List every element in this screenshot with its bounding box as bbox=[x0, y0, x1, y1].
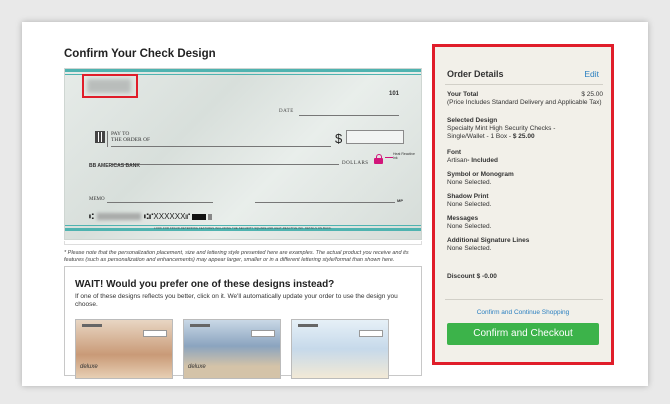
alternatives-heading: WAIT! Would you prefer one of these desi… bbox=[75, 279, 335, 290]
memo-line bbox=[107, 202, 213, 203]
design-value-1: Specialty Mint High Security Checks - bbox=[447, 125, 556, 132]
dollar-sign: $ bbox=[335, 131, 343, 146]
security-side-text bbox=[68, 131, 74, 181]
pay-bracket bbox=[107, 131, 108, 147]
total-label: Your Total bbox=[447, 91, 479, 98]
signature-line bbox=[255, 202, 395, 203]
bank-name: BB AMERICAS BANK bbox=[89, 163, 140, 169]
name-highlight-box bbox=[82, 74, 138, 98]
micr-line: ⑆ ⑆⑈XXXXXX⑈ bbox=[89, 212, 213, 221]
design-row: Selected Design Specialty Mint High Secu… bbox=[447, 117, 607, 141]
shadow-label: Shadow Print bbox=[447, 193, 489, 200]
design-thumbnail-1[interactable]: deluxe bbox=[75, 319, 173, 379]
check-border-bottom-thin bbox=[65, 225, 421, 226]
deluxe-logo: deluxe bbox=[188, 364, 206, 370]
divider bbox=[445, 84, 603, 85]
messages-row: Messages None Selected. bbox=[447, 215, 607, 231]
symbol-row: Symbol or Monogram None Selected. bbox=[447, 171, 607, 187]
mp-label: MP bbox=[397, 198, 403, 203]
pay-to-line-2: THE ORDER OF bbox=[111, 137, 151, 143]
total-value: $ 25.00 bbox=[581, 91, 603, 98]
messages-value: None Selected. bbox=[447, 223, 492, 230]
design-thumbnail-3[interactable] bbox=[291, 319, 389, 379]
shadow-value: None Selected. bbox=[447, 201, 492, 208]
edit-link[interactable]: Edit bbox=[584, 69, 599, 79]
total-row: Your Total $ 25.00 (Price Includes Stand… bbox=[447, 91, 607, 107]
micr-redacted-2 bbox=[208, 213, 213, 220]
order-details-panel: Order Details Edit Your Total $ 25.00 (P… bbox=[432, 44, 614, 365]
shadow-row: Shadow Print None Selected. bbox=[447, 193, 607, 209]
alternatives-text: If one of these designs reflects you bet… bbox=[75, 293, 398, 308]
order-details-title: Order Details bbox=[447, 69, 504, 79]
design-label: Selected Design bbox=[447, 117, 498, 124]
memo-label: MEMO bbox=[89, 197, 105, 202]
micr-redacted bbox=[192, 213, 207, 220]
amount-box bbox=[346, 130, 404, 144]
design-price: $ 25.00 bbox=[512, 133, 535, 140]
check-design-panel: Confirm Your Check Design 101 DATE PAY T… bbox=[40, 36, 424, 379]
total-note: (Price Includes Standard Delivery and Ap… bbox=[447, 99, 602, 106]
symbol-value: None Selected. bbox=[447, 179, 492, 186]
disclaimer-text: * Please note that the personalization p… bbox=[64, 250, 409, 263]
check-number: 101 bbox=[388, 91, 399, 97]
checkout-button[interactable]: Confirm and Checkout bbox=[447, 323, 599, 345]
micr-account: ⑆⑈XXXXXX⑈ bbox=[143, 212, 191, 221]
payee-line bbox=[111, 146, 331, 147]
micr-routing-blur bbox=[96, 213, 141, 220]
dollars-line bbox=[111, 164, 339, 165]
design-thumbnail-2[interactable]: deluxe bbox=[183, 319, 281, 379]
divider bbox=[445, 299, 603, 300]
page-title: Confirm Your Check Design bbox=[64, 48, 216, 60]
font-label: Font bbox=[447, 149, 462, 156]
lock-icon bbox=[374, 154, 383, 164]
discount-text: Discount $ -0.00 bbox=[447, 273, 497, 280]
signature-value: None Selected. bbox=[447, 245, 492, 252]
dollars-label: DOLLARS bbox=[342, 161, 369, 166]
check-border-top bbox=[65, 69, 421, 72]
symbol-label: Symbol or Monogram bbox=[447, 171, 514, 178]
signature-label: Additional Signature Lines bbox=[447, 237, 530, 244]
font-value: Artisan bbox=[447, 157, 468, 164]
pay-to-label: PAY TO THE ORDER OF bbox=[111, 131, 150, 143]
fraud-notice: LOOK FOR FRAUD-DETERRING FEATURES INCLUD… bbox=[154, 227, 332, 230]
messages-label: Messages bbox=[447, 215, 479, 222]
alternative-designs-panel: WAIT! Would you prefer one of these desi… bbox=[64, 266, 422, 379]
date-line bbox=[299, 115, 399, 116]
heat-reactive-label: Heat Reactive Ink bbox=[393, 152, 415, 160]
date-label: DATE bbox=[279, 109, 294, 114]
security-square-icon bbox=[95, 131, 105, 143]
design-value-2: Single/Wallet - 1 Box - bbox=[447, 133, 512, 140]
signature-row: Additional Signature Lines None Selected… bbox=[447, 237, 607, 253]
font-row: Font Artisan- Included bbox=[447, 149, 607, 165]
micr-prefix: ⑆ bbox=[89, 212, 94, 221]
font-included: - Included bbox=[467, 157, 498, 164]
check-preview: 101 DATE PAY TO THE ORDER OF $ DOLLARS H… bbox=[64, 68, 422, 240]
arrow-left-icon bbox=[385, 157, 393, 158]
check-shadow bbox=[64, 241, 422, 245]
deluxe-logo: deluxe bbox=[80, 364, 98, 370]
continue-shopping-link[interactable]: Confirm and Continue Shopping bbox=[435, 309, 611, 316]
